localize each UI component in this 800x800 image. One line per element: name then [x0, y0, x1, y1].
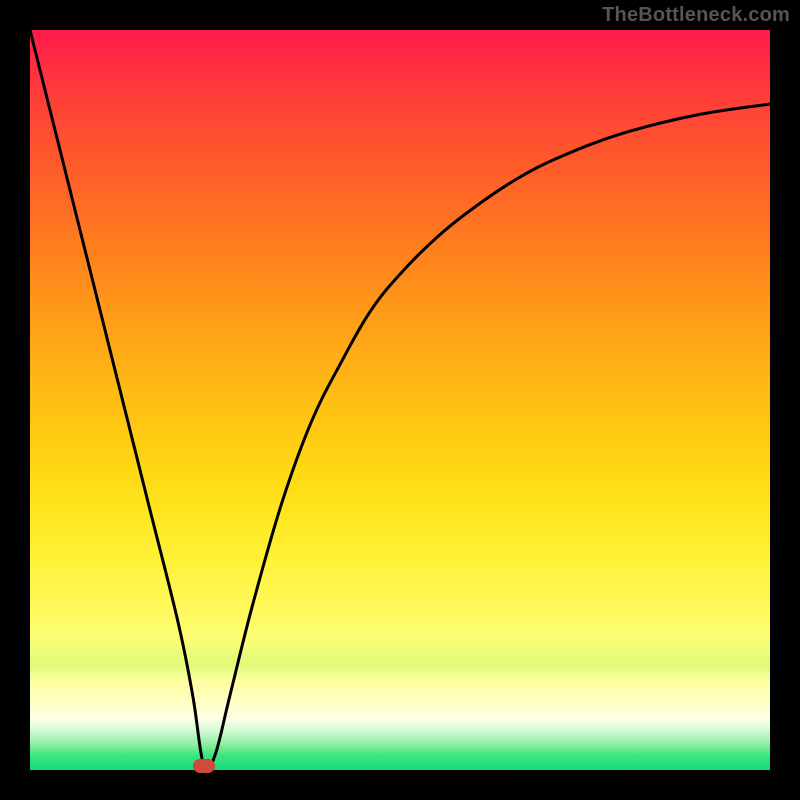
- plot-area: [30, 30, 770, 770]
- watermark-label: TheBottleneck.com: [602, 4, 790, 27]
- chart-frame: TheBottleneck.com: [0, 0, 800, 800]
- optimum-marker: [193, 759, 215, 773]
- bottleneck-curve: [30, 30, 770, 770]
